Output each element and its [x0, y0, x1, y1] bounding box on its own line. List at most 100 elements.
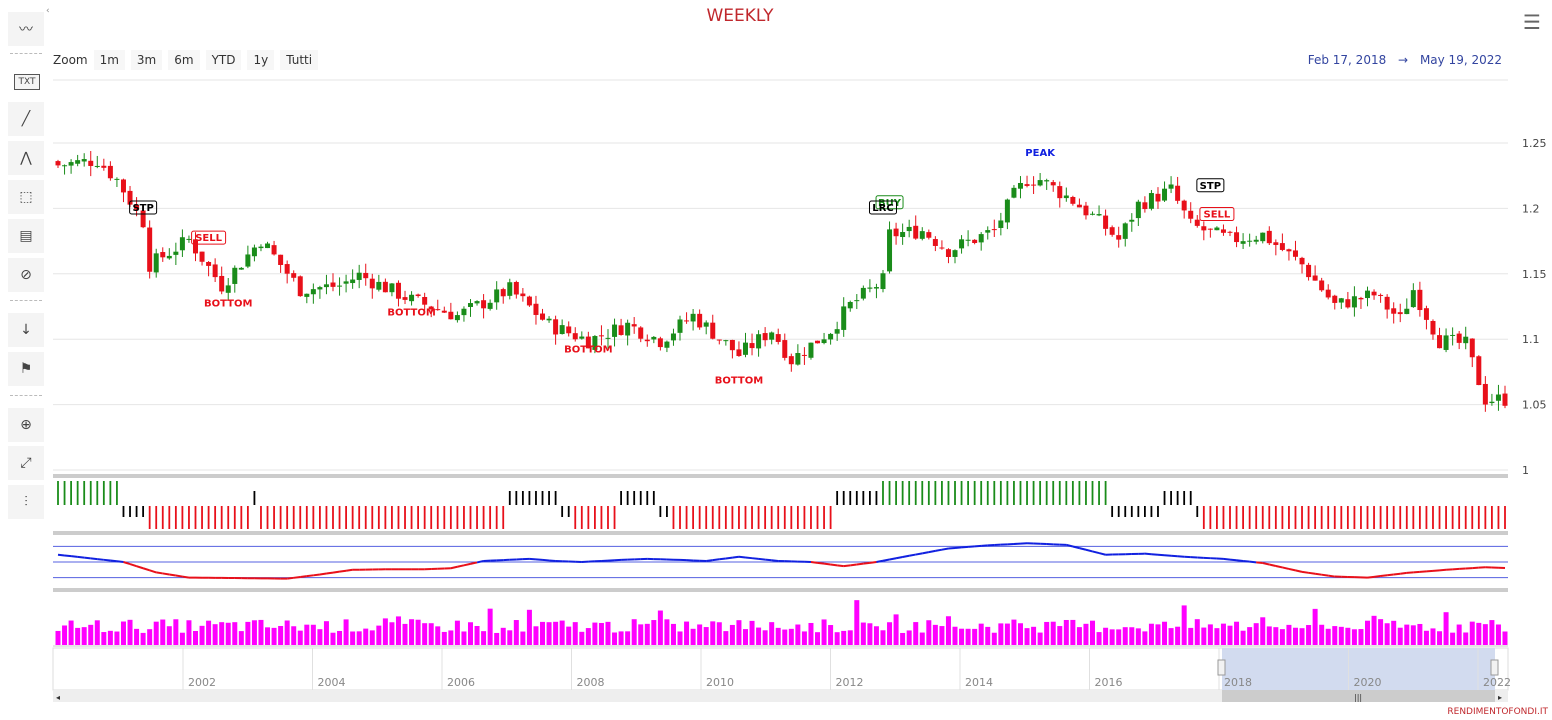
volume-bar [1306, 625, 1312, 645]
candle [1456, 333, 1462, 343]
volume-bar [1096, 632, 1102, 645]
candle [1057, 186, 1063, 199]
volume-bar [369, 630, 375, 645]
volume-bar [795, 624, 801, 645]
volume-bar [1194, 619, 1200, 645]
oscillator-line [64, 554, 72, 558]
volume-bar [199, 625, 205, 645]
oscillator-line [706, 559, 713, 562]
volume-bar [343, 619, 349, 645]
oscillator-line [1308, 571, 1316, 575]
candle [756, 334, 762, 349]
candle [251, 247, 257, 257]
volume-bar [618, 631, 624, 645]
volume-bar [474, 626, 480, 645]
volume-bar [107, 630, 113, 645]
oscillator-line [1328, 574, 1335, 578]
candle [736, 349, 742, 357]
oscillator-line [961, 545, 969, 549]
volume-bar [520, 631, 526, 645]
volume-bar [1168, 628, 1174, 645]
volume-bar [192, 630, 198, 645]
volume-bar [1292, 627, 1298, 645]
candle [651, 336, 657, 340]
candle [919, 231, 925, 239]
candle [1076, 204, 1082, 208]
oscillator-line [928, 549, 936, 554]
credit-link[interactable]: RENDIMENTOFONDI.IT [1447, 707, 1548, 717]
y-axis-label: 1.1 [1522, 333, 1540, 346]
oscillator-line [326, 571, 334, 575]
volume-bar [127, 619, 133, 645]
oscillator-line [771, 559, 779, 562]
oscillator-line [1314, 572, 1322, 576]
candle [1004, 199, 1010, 223]
candle [1345, 299, 1351, 308]
candle [1312, 275, 1318, 281]
oscillator-line [908, 553, 916, 557]
candle [350, 279, 356, 284]
candle [749, 343, 755, 349]
volume-bar [860, 622, 866, 645]
oscillator-line [935, 548, 943, 552]
candle [1024, 184, 1030, 186]
candle [1017, 182, 1023, 189]
oscillator-line [869, 561, 877, 564]
oscillator-line [287, 576, 294, 580]
candle [664, 341, 670, 348]
candle [441, 310, 447, 313]
volume-bar [1083, 623, 1089, 645]
volume-bar [919, 632, 925, 645]
volume-bar [1201, 627, 1207, 645]
oscillator-line [339, 569, 347, 573]
candle [173, 251, 179, 255]
volume-bar [310, 624, 316, 645]
oscillator-line [136, 565, 144, 570]
candle [566, 326, 572, 334]
volume-bar [350, 631, 356, 645]
volume-bar [1103, 627, 1109, 645]
volume-bar [1129, 627, 1135, 645]
candle [278, 254, 284, 265]
volume-bar [278, 625, 284, 645]
volume-bar [736, 620, 742, 645]
volume-bar [991, 632, 997, 645]
volume-bar [1482, 624, 1488, 645]
candle [291, 273, 297, 278]
candle [1469, 338, 1475, 358]
candle [1404, 308, 1410, 315]
volume-bar [1463, 632, 1469, 645]
candle [873, 287, 879, 289]
volume-bar [670, 623, 676, 645]
candle [1482, 383, 1488, 405]
oscillator-line [889, 557, 897, 561]
candle [1194, 219, 1200, 226]
stock-chart[interactable]: 1.25 1.2 1.15 1.1 1.05 1 STP SELL BOTTOM BOTTOM BO… [0, 0, 1552, 720]
volume-bar [1273, 627, 1279, 645]
pane-divider [53, 474, 1508, 478]
volume-bar [88, 624, 94, 645]
candle [801, 354, 807, 356]
volume-bar [317, 629, 323, 645]
volume-bar [304, 624, 310, 645]
candle [1070, 196, 1076, 204]
candle [815, 340, 821, 344]
oscillator-line [129, 563, 137, 568]
candle [1371, 291, 1377, 296]
candle [598, 335, 604, 337]
oscillator-line [981, 544, 988, 547]
volume-bar [808, 622, 814, 645]
volume-bar [68, 620, 74, 645]
oscillator-line [738, 555, 746, 559]
volume-bar [435, 626, 441, 645]
oscillator-line [1406, 571, 1414, 574]
oscillator-line [1229, 558, 1237, 562]
candle [258, 246, 264, 249]
navigator-year-label: 2014 [965, 676, 993, 689]
volume-bar [1214, 628, 1220, 645]
candle [808, 342, 814, 358]
volume-bar [1247, 627, 1253, 645]
volume-bar [271, 627, 277, 645]
navigator-year-label: 2016 [1095, 676, 1123, 689]
candle [62, 165, 68, 167]
